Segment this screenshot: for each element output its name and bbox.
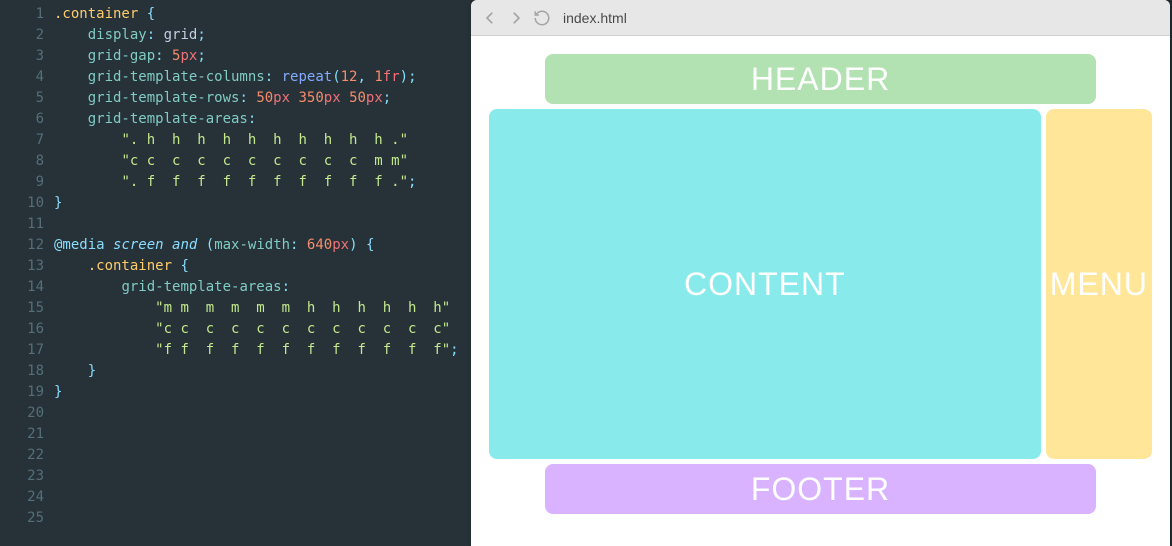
code-line[interactable]: "m m m m m m h h h h h h"	[54, 298, 471, 319]
code-line[interactable]: "c c c c c c c c c c c c"	[54, 319, 471, 340]
browser-preview: index.html HEADER CONTENT MENU FOOTER	[471, 0, 1170, 546]
code-line[interactable]: @media screen and (max-width: 640px) {	[54, 235, 471, 256]
line-number: 23	[0, 466, 44, 487]
line-number: 12	[0, 235, 44, 256]
code-line[interactable]: grid-template-areas:	[54, 109, 471, 130]
line-number: 19	[0, 382, 44, 403]
code-line[interactable]: "c c c c c c c c c c m m"	[54, 151, 471, 172]
line-number: 7	[0, 130, 44, 151]
line-number: 13	[0, 256, 44, 277]
code-line[interactable]: .container {	[54, 4, 471, 25]
code-line[interactable]	[54, 403, 471, 424]
line-number: 6	[0, 109, 44, 130]
content-region: CONTENT	[489, 109, 1041, 459]
code-line[interactable]	[54, 214, 471, 235]
line-number: 9	[0, 172, 44, 193]
line-number: 1	[0, 4, 44, 25]
line-number: 22	[0, 445, 44, 466]
line-number: 14	[0, 277, 44, 298]
line-number: 11	[0, 214, 44, 235]
code-line[interactable]: grid-template-rows: 50px 350px 50px;	[54, 88, 471, 109]
code-line[interactable]	[54, 445, 471, 466]
line-number: 25	[0, 508, 44, 529]
line-number: 18	[0, 361, 44, 382]
grid-container: HEADER CONTENT MENU FOOTER	[489, 54, 1152, 528]
line-number: 8	[0, 151, 44, 172]
menu-region: MENU	[1046, 109, 1152, 459]
code-line[interactable]	[54, 508, 471, 529]
line-number: 3	[0, 46, 44, 67]
line-number: 4	[0, 67, 44, 88]
back-arrow-icon[interactable]	[481, 9, 499, 27]
line-number: 21	[0, 424, 44, 445]
code-line[interactable]: }	[54, 361, 471, 382]
code-line[interactable]: ". h h h h h h h h h h ."	[54, 130, 471, 151]
browser-toolbar: index.html	[471, 0, 1170, 36]
line-number: 16	[0, 319, 44, 340]
line-number: 2	[0, 25, 44, 46]
code-line[interactable]: }	[54, 193, 471, 214]
reload-icon[interactable]	[533, 9, 551, 27]
line-number: 5	[0, 88, 44, 109]
code-line[interactable]: ". f f f f f f f f f f .";	[54, 172, 471, 193]
footer-region: FOOTER	[545, 464, 1097, 514]
forward-arrow-icon[interactable]	[507, 9, 525, 27]
address-bar-text[interactable]: index.html	[563, 10, 627, 26]
code-line[interactable]: grid-template-columns: repeat(12, 1fr);	[54, 67, 471, 88]
line-number: 24	[0, 487, 44, 508]
code-line[interactable]: display: grid;	[54, 25, 471, 46]
line-number: 17	[0, 340, 44, 361]
code-line[interactable]	[54, 466, 471, 487]
code-line[interactable]: }	[54, 382, 471, 403]
code-content[interactable]: .container { display: grid; grid-gap: 5p…	[54, 0, 471, 546]
line-number: 10	[0, 193, 44, 214]
line-number-gutter: 1234567891011121314151617181920212223242…	[0, 0, 54, 546]
header-region: HEADER	[545, 54, 1097, 104]
code-editor[interactable]: 1234567891011121314151617181920212223242…	[0, 0, 471, 546]
code-line[interactable]: grid-gap: 5px;	[54, 46, 471, 67]
code-line[interactable]: .container {	[54, 256, 471, 277]
code-line[interactable]: grid-template-areas:	[54, 277, 471, 298]
line-number: 15	[0, 298, 44, 319]
code-line[interactable]	[54, 424, 471, 445]
line-number: 20	[0, 403, 44, 424]
rendered-page: HEADER CONTENT MENU FOOTER	[471, 36, 1170, 546]
code-line[interactable]	[54, 487, 471, 508]
code-line[interactable]: "f f f f f f f f f f f f";	[54, 340, 471, 361]
